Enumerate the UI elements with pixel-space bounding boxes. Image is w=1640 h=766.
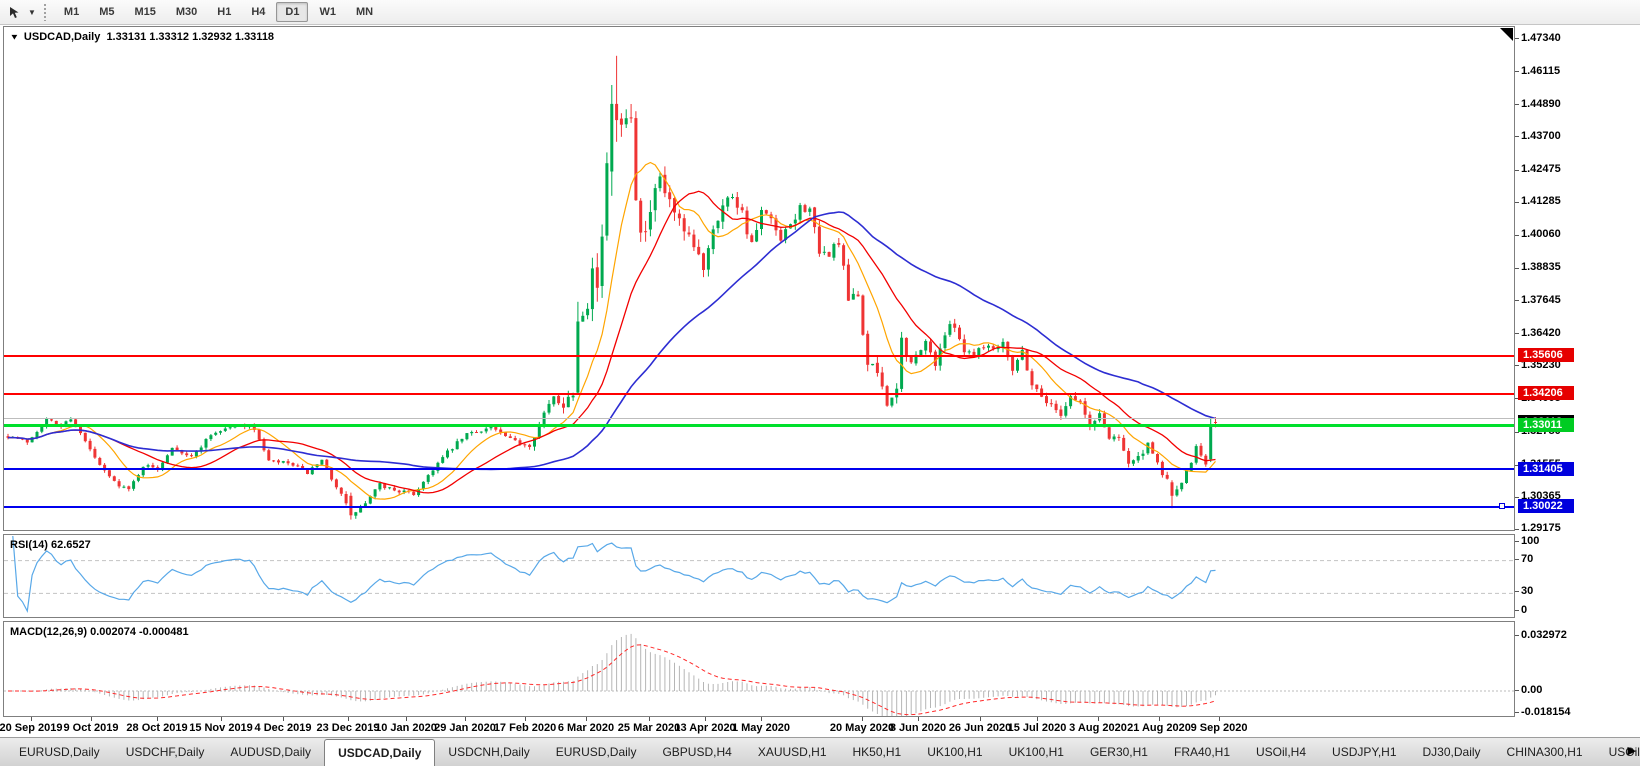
timeframe-button-M30[interactable]: M30 xyxy=(167,2,206,22)
price-tick-label: 1.40060 xyxy=(1521,228,1561,241)
date-tick-label: 17 Feb 2020 xyxy=(493,722,557,734)
horizontal-line-1.31405[interactable] xyxy=(4,468,1514,471)
chevron-down-icon[interactable]: ▼ xyxy=(25,8,39,17)
candlestick-plot xyxy=(6,55,1217,520)
tab-EURUSD-Daily[interactable]: EURUSD,Daily xyxy=(6,738,113,766)
tab-UK100-H1[interactable]: UK100,H1 xyxy=(914,738,995,766)
tab-USOil-H4[interactable]: USOil,H4 xyxy=(1243,738,1319,766)
chart-title-text: USDCAD,Daily 1.33131 1.33312 1.32932 1.3… xyxy=(23,31,275,43)
chart-cursor-icon[interactable] xyxy=(5,2,25,22)
macd-tick-label: 0.00 xyxy=(1521,684,1543,696)
price-tick-label: 1.41285 xyxy=(1521,195,1561,208)
chart-tab-bar: EURUSD,Daily USDCHF,Daily AUDUSD,Daily USDC… xyxy=(0,737,1640,766)
horizontal-line-1.33011[interactable] xyxy=(4,424,1514,428)
macd-plot xyxy=(4,633,1514,716)
date-axis: 20 Sep 2019 9 Oct 2019 28 Oct 2019 15 No… xyxy=(0,717,1515,737)
price-axis: 1.47340 1.46115 1.44890 1.43700 1.42475 … xyxy=(1515,26,1640,718)
tab-UK100-H1[interactable]: UK100,H1 xyxy=(996,738,1077,766)
timeframe-button-MN[interactable]: MN xyxy=(347,2,382,22)
rsi-tick-label: 0 xyxy=(1521,604,1528,616)
tab-USDCAD-Daily[interactable]: USDCAD,Daily xyxy=(324,739,436,766)
tab-CHINA300-H1[interactable]: CHINA300,H1 xyxy=(1494,738,1596,766)
toolbar: ▼ M1 M5 M15 M30 H1 H4 D1 W1 MN xyxy=(0,0,1640,25)
macd-tick-label: 0.032972 xyxy=(1521,629,1567,641)
timeframe-button-H1[interactable]: H1 xyxy=(208,2,240,22)
timeframe-button-H4[interactable]: H4 xyxy=(242,2,274,22)
price-tick-label: 1.36420 xyxy=(1521,326,1561,339)
date-tick-label: 28 Oct 2019 xyxy=(126,722,188,734)
rsi-tick-label: 70 xyxy=(1521,552,1534,565)
date-tick-label: 20 Sep 2019 xyxy=(0,722,63,734)
tab-USDCHF-Daily[interactable]: USDCHF,Daily xyxy=(113,738,218,766)
price-tick-label: 1.44890 xyxy=(1521,97,1561,110)
rsi-tick-label: 100 xyxy=(1521,535,1540,547)
tab-GER30-H1[interactable]: GER30,H1 xyxy=(1077,738,1161,766)
tab-DJ30-Daily[interactable]: DJ30,Daily xyxy=(1410,738,1494,766)
macd-label: MACD(12,26,9) 0.002074 -0.000481 xyxy=(10,626,189,638)
date-tick-label: 9 Sep 2020 xyxy=(1190,722,1248,734)
rsi-tick-label: 30 xyxy=(1521,585,1534,598)
tab-USDCNH-Daily[interactable]: USDCNH,Daily xyxy=(435,738,542,766)
price-tick-label: 1.47340 xyxy=(1521,31,1561,44)
price-tick-label: 1.46115 xyxy=(1521,64,1561,77)
chart-shift-marker-icon xyxy=(1500,28,1513,41)
timeframe-button-M5[interactable]: M5 xyxy=(90,2,123,22)
timeframe-button-W1[interactable]: W1 xyxy=(310,2,345,22)
tab-AUDUSD-Daily[interactable]: AUDUSD,Daily xyxy=(217,738,324,766)
timeframe-button-D1[interactable]: D1 xyxy=(276,2,309,22)
tab-HK50-H1[interactable]: HK50,H1 xyxy=(840,738,915,766)
line-selection-handle[interactable] xyxy=(1499,503,1505,510)
price-pane[interactable]: ▼ USDCAD,Daily 1.33131 1.33312 1.32932 1.… xyxy=(3,26,1515,531)
horizontal-line-1.34206[interactable] xyxy=(4,392,1514,395)
price-tick-label: 1.29175 xyxy=(1521,522,1561,535)
date-tick-label: 15 Jul 2020 xyxy=(1007,722,1067,734)
objects-dropdown-icon[interactable]: ▼ xyxy=(10,33,20,42)
macd-pane[interactable]: MACD(12,26,9) 0.002074 -0.000481 xyxy=(3,621,1515,717)
tab-GBPUSD-H4[interactable]: GBPUSD,H4 xyxy=(649,738,744,766)
date-tick-label: 9 Oct 2019 xyxy=(63,722,119,734)
horizontal-line-1.35606[interactable] xyxy=(4,354,1514,357)
axis-price-flag: 1.31405 xyxy=(1518,461,1574,476)
axis-price-flag: 1.35606 xyxy=(1518,348,1574,363)
timeframe-button-group: M1 M5 M15 M30 H1 H4 D1 W1 MN xyxy=(54,2,383,22)
horizontal-line-silver[interactable] xyxy=(4,417,1514,419)
date-tick-label: 8 Jun 2020 xyxy=(889,722,947,734)
date-tick-label: 25 Mar 2020 xyxy=(617,722,681,734)
timeframe-button-M1[interactable]: M1 xyxy=(55,2,88,22)
date-tick-label: 23 Dec 2019 xyxy=(316,722,380,734)
tab-EURUSD-Daily[interactable]: EURUSD,Daily xyxy=(543,738,650,766)
price-tick-label: 1.42475 xyxy=(1521,163,1561,175)
rsi-plot xyxy=(4,535,1514,613)
horizontal-line-1.30022[interactable] xyxy=(4,505,1514,508)
date-tick-label: 1 May 2020 xyxy=(731,722,791,734)
date-tick-label: 26 Jun 2020 xyxy=(948,722,1012,734)
axis-price-flag: 1.30022 xyxy=(1518,499,1574,514)
axis-price-flag: 1.33011 xyxy=(1518,418,1574,433)
date-tick-label: 4 Dec 2019 xyxy=(254,722,312,734)
date-tick-label: 3 Aug 2020 xyxy=(1069,722,1127,734)
date-tick-label: 29 Jan 2020 xyxy=(434,722,496,734)
date-tick-label: 6 Mar 2020 xyxy=(557,722,615,734)
macd-tick-label: -0.018154 xyxy=(1521,706,1571,718)
price-tick-label: 1.43700 xyxy=(1521,129,1561,142)
date-tick-label: 15 Nov 2019 xyxy=(189,722,253,734)
axis-price-flag: 1.34206 xyxy=(1518,386,1574,400)
mt4-window: ▼ M1 M5 M15 M30 H1 H4 D1 W1 MN ▼ USDCAD,Daily 1.3… xyxy=(0,0,1640,766)
toolbar-grip xyxy=(42,3,48,21)
tab-scroll-right-icon[interactable]: ▶ xyxy=(1628,744,1636,757)
rsi-label: RSI(14) 62.6527 xyxy=(10,539,91,551)
tab-XAUUSD-H1[interactable]: XAUUSD,H1 xyxy=(745,738,840,766)
date-tick-label: 10 Jan 2020 xyxy=(375,722,437,734)
tab-USDJPY-H1[interactable]: USDJPY,H1 xyxy=(1319,738,1409,766)
date-tick-label: 21 Aug 2020 xyxy=(1127,722,1191,734)
date-tick-label: 20 May 2020 xyxy=(829,722,895,734)
rsi-pane[interactable]: RSI(14) 62.6527 xyxy=(3,534,1515,618)
timeframe-button-M15[interactable]: M15 xyxy=(125,2,164,22)
chart-title: ▼ USDCAD,Daily 1.33131 1.33312 1.32932 1.… xyxy=(10,31,275,43)
price-tick-label: 1.38835 xyxy=(1521,261,1561,274)
tab-FRA40-H1[interactable]: FRA40,H1 xyxy=(1161,738,1243,766)
price-tick-label: 1.37645 xyxy=(1521,293,1561,306)
date-tick-label: 13 Apr 2020 xyxy=(674,722,736,734)
